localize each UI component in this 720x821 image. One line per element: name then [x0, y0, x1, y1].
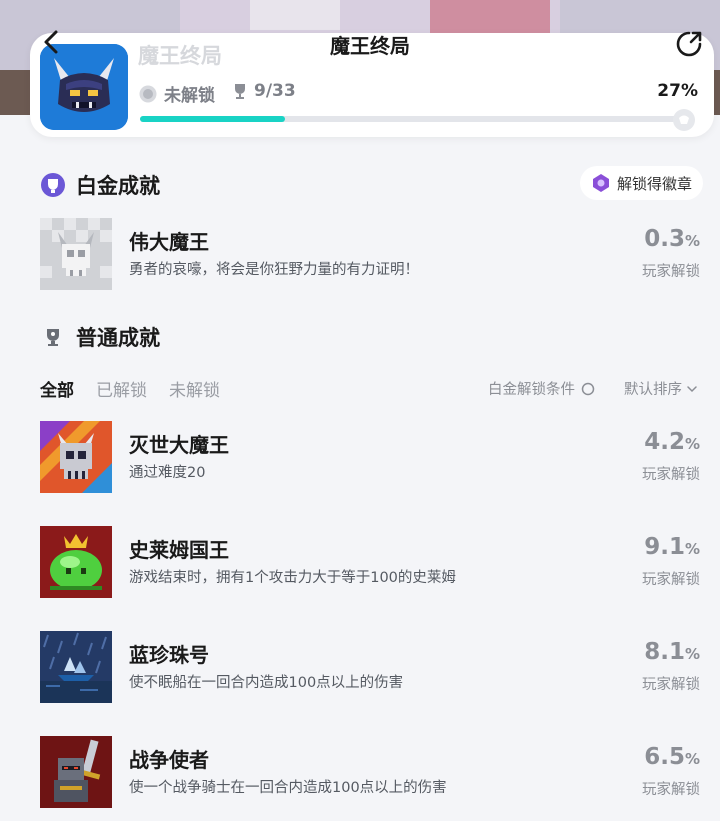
- trophy-count-label: 9/33: [254, 81, 296, 101]
- achievement-unlock-label: 玩家解锁: [642, 467, 700, 483]
- achievement-item[interactable]: 蓝珍珠号 使不眠船在一回合内造成100点以上的伤害 8.1% 玩家解锁: [40, 631, 700, 703]
- chevron-down-icon: [687, 385, 697, 392]
- platinum-condition-label: 白金解锁条件: [488, 382, 575, 398]
- trophy-icon: [235, 84, 245, 99]
- achievement-unlock-label: 玩家解锁: [642, 782, 700, 798]
- unlock-badge-button[interactable]: 解锁得徽章: [580, 166, 703, 200]
- unlock-badge-label: 解锁得徽章: [616, 174, 692, 193]
- trophy-count: 9/33: [232, 81, 296, 101]
- radio-icon: [581, 382, 595, 395]
- achievement-thumbnail: [40, 631, 112, 703]
- achievement-thumbnail: [40, 736, 112, 808]
- platinum-section-title: 白金成就: [40, 170, 160, 200]
- medal-icon: [139, 85, 157, 102]
- platinum-section-label: 白金成就: [76, 174, 160, 198]
- achievement-name: 蓝珍珠号: [129, 643, 209, 667]
- sort-label: 默认排序: [624, 382, 682, 398]
- platinum-achievement[interactable]: 伟大魔王 勇者的哀嚎，将会是你狂野力量的有力证明！ 0.3% 玩家解锁: [40, 218, 700, 290]
- tab-locked[interactable]: 未解锁: [169, 376, 220, 401]
- achievement-unlock-label: 玩家解锁: [642, 677, 700, 693]
- completion-percent: 27%: [657, 81, 698, 101]
- page-title: 魔王终局: [330, 34, 410, 58]
- share-icon[interactable]: [674, 29, 704, 59]
- achievement-desc: 使不眠船在一回合内造成100点以上的伤害: [129, 675, 404, 691]
- trophy-icon: [47, 329, 59, 346]
- normal-section-title: 普通成就: [40, 322, 160, 352]
- achievement-name: 伟大魔王: [129, 230, 209, 254]
- achievement-name: 战争使者: [129, 748, 209, 772]
- achievement-desc: 通过难度20: [129, 465, 206, 481]
- progress-fill: [140, 116, 286, 122]
- achievement-desc: 勇者的哀嚎，将会是你狂野力量的有力证明！: [129, 262, 419, 278]
- achievement-percent: 0.3%: [644, 226, 700, 252]
- lock-status-label: 未解锁: [164, 86, 215, 106]
- achievement-thumbnail: [40, 218, 112, 290]
- tab-unlocked[interactable]: 已解锁: [96, 376, 147, 401]
- achievement-item[interactable]: 灭世大魔王 通过难度20 4.2% 玩家解锁: [40, 421, 700, 493]
- achievement-percent: 4.2%: [644, 429, 700, 455]
- badge-icon: [592, 174, 609, 192]
- achievement-unlock-label: 玩家解锁: [642, 264, 700, 280]
- achievement-thumbnail: [40, 421, 112, 493]
- achievement-percent: 8.1%: [644, 639, 700, 665]
- sort-dropdown[interactable]: 默认排序: [624, 378, 698, 399]
- normal-section-label: 普通成就: [76, 326, 160, 350]
- game-name-faded: 魔王终局: [138, 44, 222, 68]
- platinum-trophy-icon: [41, 173, 65, 197]
- game-icon[interactable]: [40, 44, 128, 130]
- back-icon[interactable]: [38, 28, 66, 56]
- achievement-name: 灭世大魔王: [129, 433, 229, 457]
- achievement-unlock-label: 玩家解锁: [642, 572, 700, 588]
- progress-bar: [140, 116, 678, 122]
- lock-status: 未解锁: [138, 81, 215, 106]
- achievement-item[interactable]: 战争使者 使一个战争骑士在一回合内造成100点以上的伤害 6.5% 玩家解锁: [40, 736, 700, 808]
- platinum-condition-toggle[interactable]: 白金解锁条件: [488, 378, 595, 399]
- filter-tabs: 全部 已解锁 未解锁: [40, 376, 220, 401]
- progress-end-icon: [673, 109, 695, 131]
- achievement-desc: 游戏结束时，拥有1个攻击力大于等于100的史莱姆: [129, 570, 456, 586]
- achievement-thumbnail: [40, 526, 112, 598]
- achievement-name: 史莱姆国王: [129, 538, 229, 562]
- achievement-item[interactable]: 史莱姆国王 游戏结束时，拥有1个攻击力大于等于100的史莱姆 9.1% 玩家解锁: [40, 526, 700, 598]
- achievement-percent: 6.5%: [644, 744, 700, 770]
- tab-all[interactable]: 全部: [40, 376, 74, 401]
- achievement-percent: 9.1%: [644, 534, 700, 560]
- achievement-desc: 使一个战争骑士在一回合内造成100点以上的伤害: [129, 780, 447, 796]
